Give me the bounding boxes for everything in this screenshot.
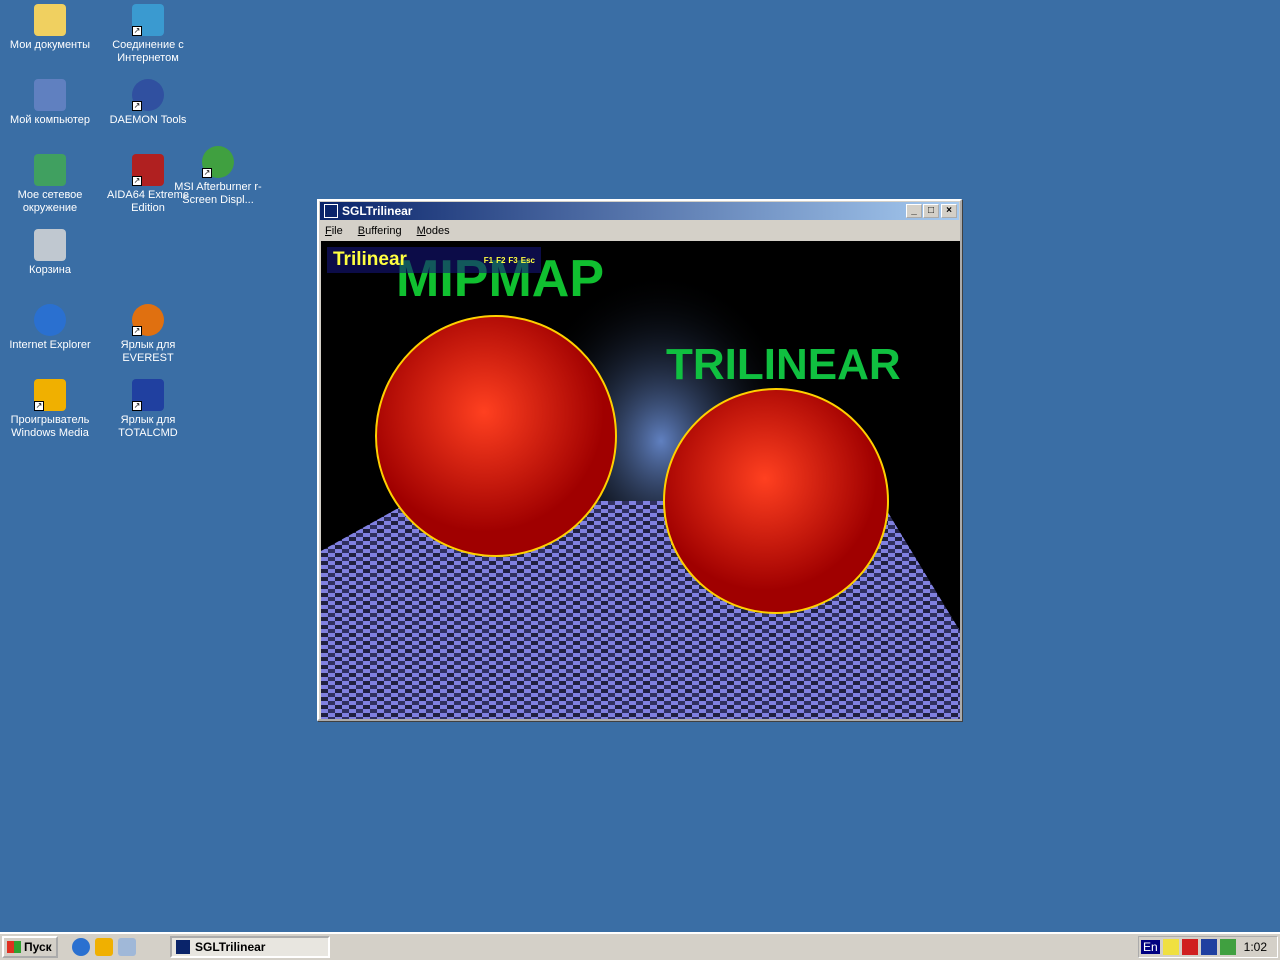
language-indicator[interactable]: En: [1141, 940, 1160, 954]
recycle-bin-icon: [34, 229, 66, 261]
desktop-icon-recycle-bin[interactable]: Корзина: [2, 229, 98, 277]
mode-overlay: Trilinear F1 F2 F3 Esc: [327, 247, 541, 273]
sphere-right: [663, 388, 889, 614]
system-tray: En 1:02: [1138, 936, 1278, 958]
network-tray-icon[interactable]: [1219, 939, 1236, 955]
quicklaunch-ie-icon[interactable]: [72, 938, 90, 956]
volume-icon[interactable]: [1162, 939, 1179, 955]
desktop-icon-internet-explorer[interactable]: Internet Explorer: [2, 304, 98, 352]
quicklaunch-media-player-icon[interactable]: [95, 938, 113, 956]
minimize-button[interactable]: _: [906, 204, 922, 218]
tray-afterburner-icon[interactable]: [1200, 939, 1217, 955]
key-f3: F3: [508, 255, 518, 265]
everest-icon: ↗: [132, 304, 164, 336]
desktop-icon-my-computer[interactable]: Мой компьютер: [2, 79, 98, 127]
app-icon: [176, 940, 190, 954]
desktop-icon-network[interactable]: Мое сетевое окружение: [2, 154, 98, 215]
scene-graphics: MIPMAP TRILINEAR: [321, 250, 960, 719]
title-bar[interactable]: SGLTrilinear _ □ ×: [320, 202, 959, 220]
computer-icon: [34, 79, 66, 111]
clock[interactable]: 1:02: [1244, 940, 1267, 954]
menu-buffering[interactable]: Buffering: [358, 225, 402, 237]
menu-file[interactable]: File: [325, 225, 343, 237]
msi-afterburner-icon: ↗: [202, 146, 234, 178]
desktop-icon-everest[interactable]: ↗ Ярлык для EVEREST: [100, 304, 196, 365]
windows-logo-icon: [7, 941, 21, 953]
window-title: SGLTrilinear: [342, 204, 413, 218]
key-f1: F1: [483, 255, 494, 265]
desktop-icon-internet-connection[interactable]: ↗ Соединение с Интернетом: [100, 4, 196, 65]
sgltrilinear-window: SGLTrilinear _ □ × File Buffering Modes …: [317, 199, 962, 721]
desktop-icon-totalcmd[interactable]: ↗ Ярлык для TOTALCMD: [100, 379, 196, 440]
tray-app-icon[interactable]: [1181, 939, 1198, 955]
app-icon: [324, 204, 338, 218]
floppy-icon: ↗: [132, 379, 164, 411]
menu-modes[interactable]: Modes: [417, 225, 450, 237]
taskbar-button-sgltrilinear[interactable]: SGLTrilinear: [170, 936, 330, 958]
menu-bar: File Buffering Modes: [319, 221, 960, 240]
render-viewport[interactable]: MIPMAP TRILINEAR Trilinear F1 F2 F3 Esc: [321, 241, 960, 719]
quicklaunch-show-desktop-icon[interactable]: [118, 938, 136, 956]
daemon-tools-icon: ↗: [132, 79, 164, 111]
desktop-icon-msi-afterburner[interactable]: ↗ MSI Afterburner r-Screen Displ...: [170, 146, 266, 207]
close-button[interactable]: ×: [941, 204, 957, 218]
media-player-icon: ↗: [34, 379, 66, 411]
ie-icon: [34, 304, 66, 336]
maximize-button[interactable]: □: [923, 204, 939, 218]
key-esc: Esc: [520, 255, 535, 265]
desktop-icon-windows-media[interactable]: ↗ Проигрыватель Windows Media: [2, 379, 98, 440]
key-f2: F2: [496, 255, 506, 265]
taskbar: Пуск SGLTrilinear En 1:02: [0, 932, 1280, 960]
start-button[interactable]: Пуск: [2, 936, 58, 958]
network-icon: [34, 154, 66, 186]
desktop-icon-daemon-tools[interactable]: ↗ DAEMON Tools: [100, 79, 196, 127]
mode-label: Trilinear: [333, 249, 407, 270]
trilinear-text: TRILINEAR: [666, 340, 901, 389]
desktop-icon-my-documents[interactable]: Мои документы: [2, 4, 98, 52]
sphere-left: [375, 315, 617, 557]
network-connection-icon: ↗: [132, 4, 164, 36]
aida64-icon: ↗: [132, 154, 164, 186]
folder-icon: [34, 4, 66, 36]
